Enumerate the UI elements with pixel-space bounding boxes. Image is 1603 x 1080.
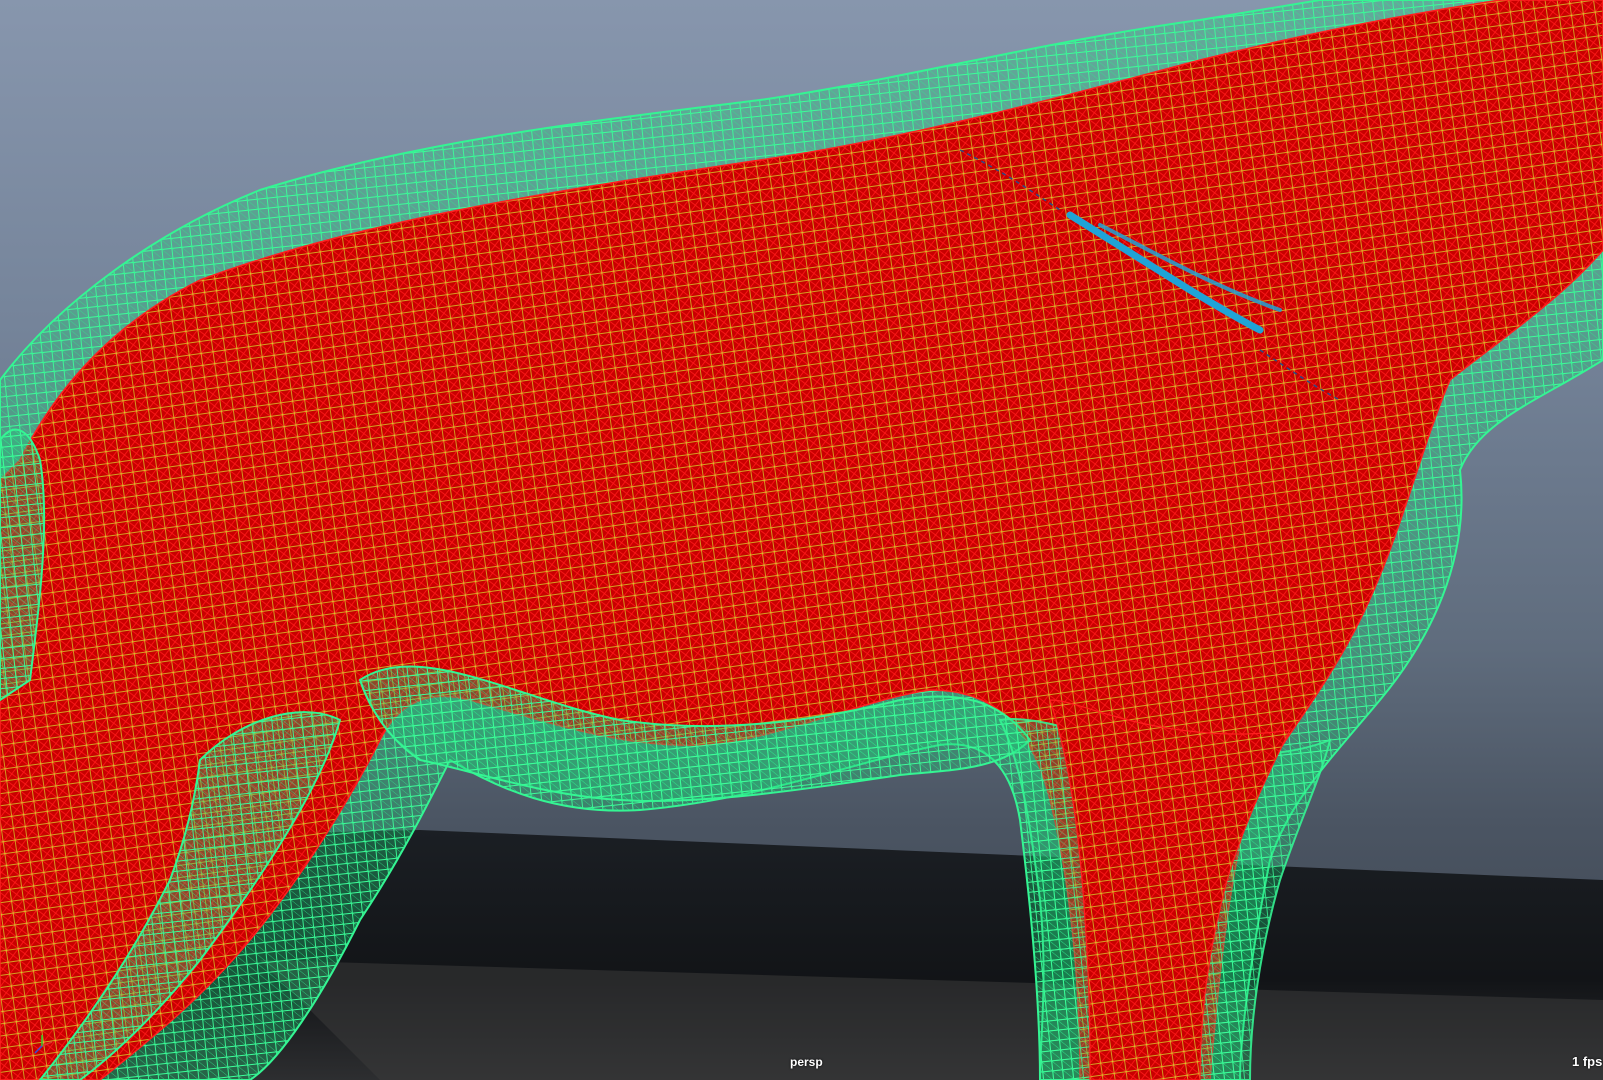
fps-readout: 1 fps [1572,1054,1603,1069]
persp-viewport[interactable]: persp 1 fps [0,0,1603,1080]
camera-name-label: persp [790,1055,823,1069]
axis-gizmo-icon [34,1035,53,1054]
scene-canvas[interactable] [0,0,1603,1080]
